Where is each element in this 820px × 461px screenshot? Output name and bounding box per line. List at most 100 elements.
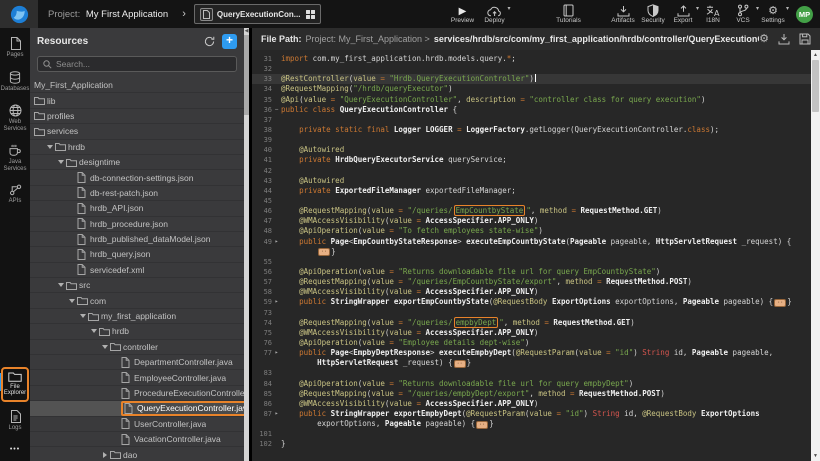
fold-marker-icon[interactable]: ▸ xyxy=(272,409,281,419)
fold-marker-icon[interactable]: ▸ xyxy=(272,297,281,307)
chevron-down-icon[interactable] xyxy=(45,145,55,149)
code-line-45[interactable]: 45 xyxy=(252,196,811,206)
code-line-77[interactable]: 77▸ public Page<EmpbyDeptResponse> execu… xyxy=(252,348,811,358)
code-line-33[interactable]: 33@RestController(value = "Hrdb.QueryExe… xyxy=(252,74,811,84)
sidebar-item-databases[interactable]: Databases xyxy=(1,68,29,97)
chevron-down-icon[interactable] xyxy=(78,314,88,318)
i18n-button[interactable]: A I18N xyxy=(700,0,726,28)
chevron-down-icon[interactable] xyxy=(100,345,110,349)
chevron-down-icon[interactable] xyxy=(89,329,99,333)
tree-item-hrdb[interactable]: hrdb xyxy=(30,140,244,155)
code-line-39[interactable]: 39 xyxy=(252,135,811,145)
code-line-59[interactable]: 59▸ public StringWrapper exportEmpCountb… xyxy=(252,297,811,307)
add-resource-button[interactable]: + xyxy=(222,34,237,49)
folded-code-icon[interactable]: ·· xyxy=(318,248,330,256)
code-line-87[interactable]: 87▸ public StringWrapper exportEmpbyDept… xyxy=(252,409,811,419)
tree-item-servicedef-xml[interactable]: servicedef.xml xyxy=(30,263,244,278)
code-line-34[interactable]: 34@RequestMapping("/hrdb/queryExecutor") xyxy=(252,84,811,94)
save-file-icon[interactable] xyxy=(799,33,811,45)
code-line-35[interactable]: 35@Api(value = "QueryExecutionController… xyxy=(252,95,811,105)
tree-item-procedureexecutioncontroller-java[interactable]: ProcedureExecutionController.java xyxy=(30,386,244,401)
tree-item-src[interactable]: src xyxy=(30,278,244,293)
scroll-up-icon[interactable]: ▲ xyxy=(813,50,818,60)
sidebar-item-apis[interactable]: APIs xyxy=(1,181,29,209)
app-logo[interactable] xyxy=(0,0,38,28)
settings-button[interactable]: ⚙ Settings ▾ xyxy=(760,0,786,28)
tree-item-profiles[interactable]: profiles xyxy=(30,109,244,124)
tree-item-db-connection-settings-json[interactable]: db-connection-settings.json xyxy=(30,170,244,185)
search-input[interactable] xyxy=(56,59,231,69)
code-line-32[interactable]: 32 xyxy=(252,64,811,74)
code-line-48[interactable]: 48 @ApiOperation(value = "To fetch emplo… xyxy=(252,226,811,236)
folded-code-icon[interactable]: ·· xyxy=(476,421,488,429)
code-line-76[interactable]: 76 @ApiOperation(value = "Employee detai… xyxy=(252,338,811,348)
tree-item-com[interactable]: com xyxy=(30,293,244,308)
folded-code-icon[interactable]: ·· xyxy=(774,299,786,307)
chevron-down-icon[interactable] xyxy=(56,283,66,287)
project-breadcrumb[interactable]: Project: My First Application xyxy=(48,9,168,20)
code-line-36[interactable]: 36−public class QueryExecutionController… xyxy=(252,105,811,115)
sidebar-item-web-services[interactable]: Web Services xyxy=(1,101,29,136)
sidebar-item-java-services[interactable]: Java Services xyxy=(1,141,29,176)
fold-marker-icon[interactable]: ▸ xyxy=(272,348,281,358)
code-line-74[interactable]: 74 @RequestMapping(value = "/queries/emp… xyxy=(252,318,811,328)
fold-marker-icon[interactable]: − xyxy=(272,105,281,115)
artifacts-button[interactable]: Artifacts xyxy=(610,0,636,28)
tree-item-hrdb-query-json[interactable]: hrdb_query.json xyxy=(30,247,244,262)
code-line-84[interactable]: 84 @ApiOperation(value = "Returns downlo… xyxy=(252,379,811,389)
editor-settings-gear-icon[interactable]: ⚙ xyxy=(759,33,769,45)
search-box[interactable] xyxy=(37,56,237,72)
code-line-40[interactable]: 40 @Autowired xyxy=(252,145,811,155)
panel-collapse-icon[interactable]: ◀ xyxy=(245,28,249,35)
tree-item-departmentcontroller-java[interactable]: DepartmentController.java xyxy=(30,355,244,370)
code-line-73[interactable]: 73 xyxy=(252,308,811,318)
code-line-wrap[interactable]: HttpServletRequest _request) {··} xyxy=(252,358,811,368)
sidebar-item-pages[interactable]: Pages xyxy=(1,34,29,63)
tree-item-my-first-application[interactable]: My_First_Application xyxy=(30,78,244,93)
fold-marker-icon[interactable]: ▸ xyxy=(272,237,281,247)
code-line-41[interactable]: 41 private HrdbQueryExecutorService quer… xyxy=(252,155,811,165)
scroll-down-icon[interactable]: ▼ xyxy=(813,451,818,461)
tree-item-hrdb-api-json[interactable]: hrdb_API.json xyxy=(30,201,244,216)
more-options-icon[interactable]: ••• xyxy=(10,440,20,461)
grid-icon[interactable] xyxy=(306,10,315,19)
code-line-55[interactable]: 55 xyxy=(252,257,811,267)
code-line-86[interactable]: 86 @WMAccessVisibility(value = AccessSpe… xyxy=(252,399,811,409)
chevron-right-icon[interactable] xyxy=(100,452,110,458)
code-line-44[interactable]: 44 private ExportedFileManager exportedF… xyxy=(252,186,811,196)
sidebar-item-logs[interactable]: Logs xyxy=(1,407,29,436)
tab-query-execution-controller[interactable]: QueryExecutionCon... xyxy=(194,4,322,24)
code-line-57[interactable]: 57 @RequestMapping(value = "/queries/Emp… xyxy=(252,277,811,287)
preview-button[interactable]: ▶ Preview xyxy=(449,0,475,28)
sidebar-item-file-explorer[interactable]: File Explorer xyxy=(1,367,29,402)
code-line-56[interactable]: 56 @ApiOperation(value = "Returns downlo… xyxy=(252,267,811,277)
tree-item-my-first-application[interactable]: my_first_application xyxy=(30,309,244,324)
code-line-31[interactable]: 31import com.my_first_application.hrdb.m… xyxy=(252,54,811,64)
user-avatar[interactable]: MP xyxy=(796,6,813,23)
code-line-43[interactable]: 43 @Autowired xyxy=(252,176,811,186)
deploy-button[interactable]: Deploy ▾ xyxy=(481,0,507,28)
tree-item-designtime[interactable]: designtime xyxy=(30,155,244,170)
vcs-button[interactable]: VCS ▾ xyxy=(730,0,756,28)
tree-item-queryexecutioncontroller-java[interactable]: QueryExecutionController.java xyxy=(30,401,244,416)
code-line-37[interactable]: 37 xyxy=(252,115,811,125)
chevron-down-icon[interactable] xyxy=(67,299,77,303)
tree-item-usercontroller-java[interactable]: UserController.java xyxy=(30,417,244,432)
code-area[interactable]: 31import com.my_first_application.hrdb.m… xyxy=(252,50,811,461)
code-line-85[interactable]: 85 @RequestMapping(value = "/queries/emp… xyxy=(252,389,811,399)
tree-item-hrdb-published-datamodel-json[interactable]: hrdb_published_dataModel.json xyxy=(30,232,244,247)
folded-code-icon[interactable]: ·· xyxy=(454,360,466,368)
tree-item-hrdb[interactable]: hrdb xyxy=(30,324,244,339)
tutorials-button[interactable]: Tutorials xyxy=(555,0,581,28)
security-button[interactable]: Security xyxy=(640,0,666,28)
code-line-102[interactable]: 102} xyxy=(252,439,811,449)
code-line-42[interactable]: 42 xyxy=(252,166,811,176)
code-line-75[interactable]: 75 @WMAccessVisibility(value = AccessSpe… xyxy=(252,328,811,338)
code-line-49[interactable]: 49▸ public Page<EmpCountbyStateResponse>… xyxy=(252,237,811,247)
code-line-wrap[interactable]: exportOptions, Pageable pageable) {··} xyxy=(252,419,811,429)
scrollbar-thumb[interactable] xyxy=(812,60,819,112)
code-line-wrap[interactable]: ··} xyxy=(252,247,811,257)
tree-item-employeecontroller-java[interactable]: EmployeeController.java xyxy=(30,370,244,385)
export-button[interactable]: Export ▾ xyxy=(670,0,696,28)
tree-item-dao[interactable]: dao xyxy=(30,447,244,461)
